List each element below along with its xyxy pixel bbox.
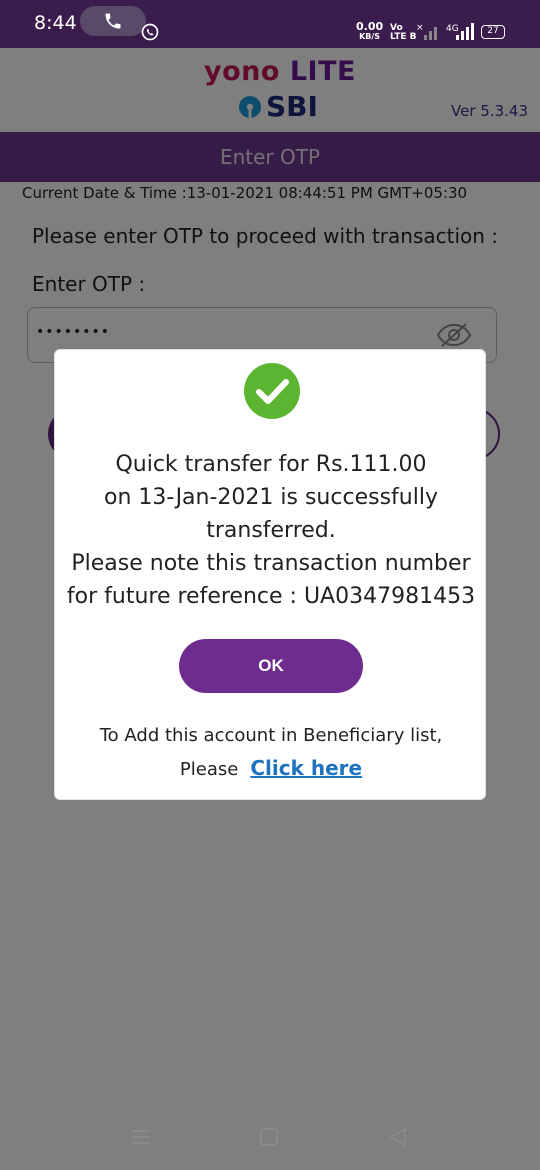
signal-icon-sim2: 4G <box>446 23 474 40</box>
status-bar: 8:44 0.00 KB/S Vo LTE B × 4G 27 <box>0 0 540 48</box>
please-text: Please <box>179 759 239 780</box>
beneficiary-text: To Add this account in Beneficiary list, <box>99 725 443 746</box>
battery-icon: 27 <box>481 25 505 39</box>
network-speed-value: 0.00 <box>356 20 384 33</box>
message-line: Quick transfer for Rs.111.00 <box>115 452 427 477</box>
success-message: Quick transfer for Rs.111.00 on 13-Jan-2… <box>55 448 487 613</box>
network-speed-unit: KB/S <box>359 32 381 41</box>
signal-icon-sim1: × <box>416 23 437 40</box>
back-icon[interactable] <box>387 1126 409 1148</box>
phone-icon <box>105 13 121 29</box>
beneficiary-prompt: To Add this account in Beneficiary list,… <box>55 720 487 786</box>
click-here-link[interactable]: Click here <box>250 756 362 780</box>
ok-button[interactable]: OK <box>179 639 363 693</box>
network-speed: 0.00 KB/S <box>356 20 384 42</box>
message-line: transferred. <box>206 518 336 543</box>
success-dialog: Quick transfer for Rs.111.00 on 13-Jan-2… <box>54 349 486 800</box>
volte-bottom: LTE B <box>390 32 417 42</box>
volte-indicator: Vo LTE B <box>390 24 417 42</box>
whatsapp-icon <box>141 23 159 41</box>
ongoing-call-pill[interactable] <box>80 6 146 36</box>
message-line: Please note this transaction number <box>71 551 471 576</box>
network-type: 4G <box>446 24 459 34</box>
success-check-icon <box>244 363 300 419</box>
home-icon[interactable] <box>260 1128 278 1146</box>
svg-text:×: × <box>416 23 424 33</box>
system-nav-bar <box>0 1110 540 1170</box>
message-line: for future reference : UA0347981453 <box>66 584 476 609</box>
status-time: 8:44 <box>34 12 77 34</box>
recent-apps-icon[interactable] <box>130 1127 152 1147</box>
message-line: on 13-Jan-2021 is successfully <box>104 485 438 510</box>
